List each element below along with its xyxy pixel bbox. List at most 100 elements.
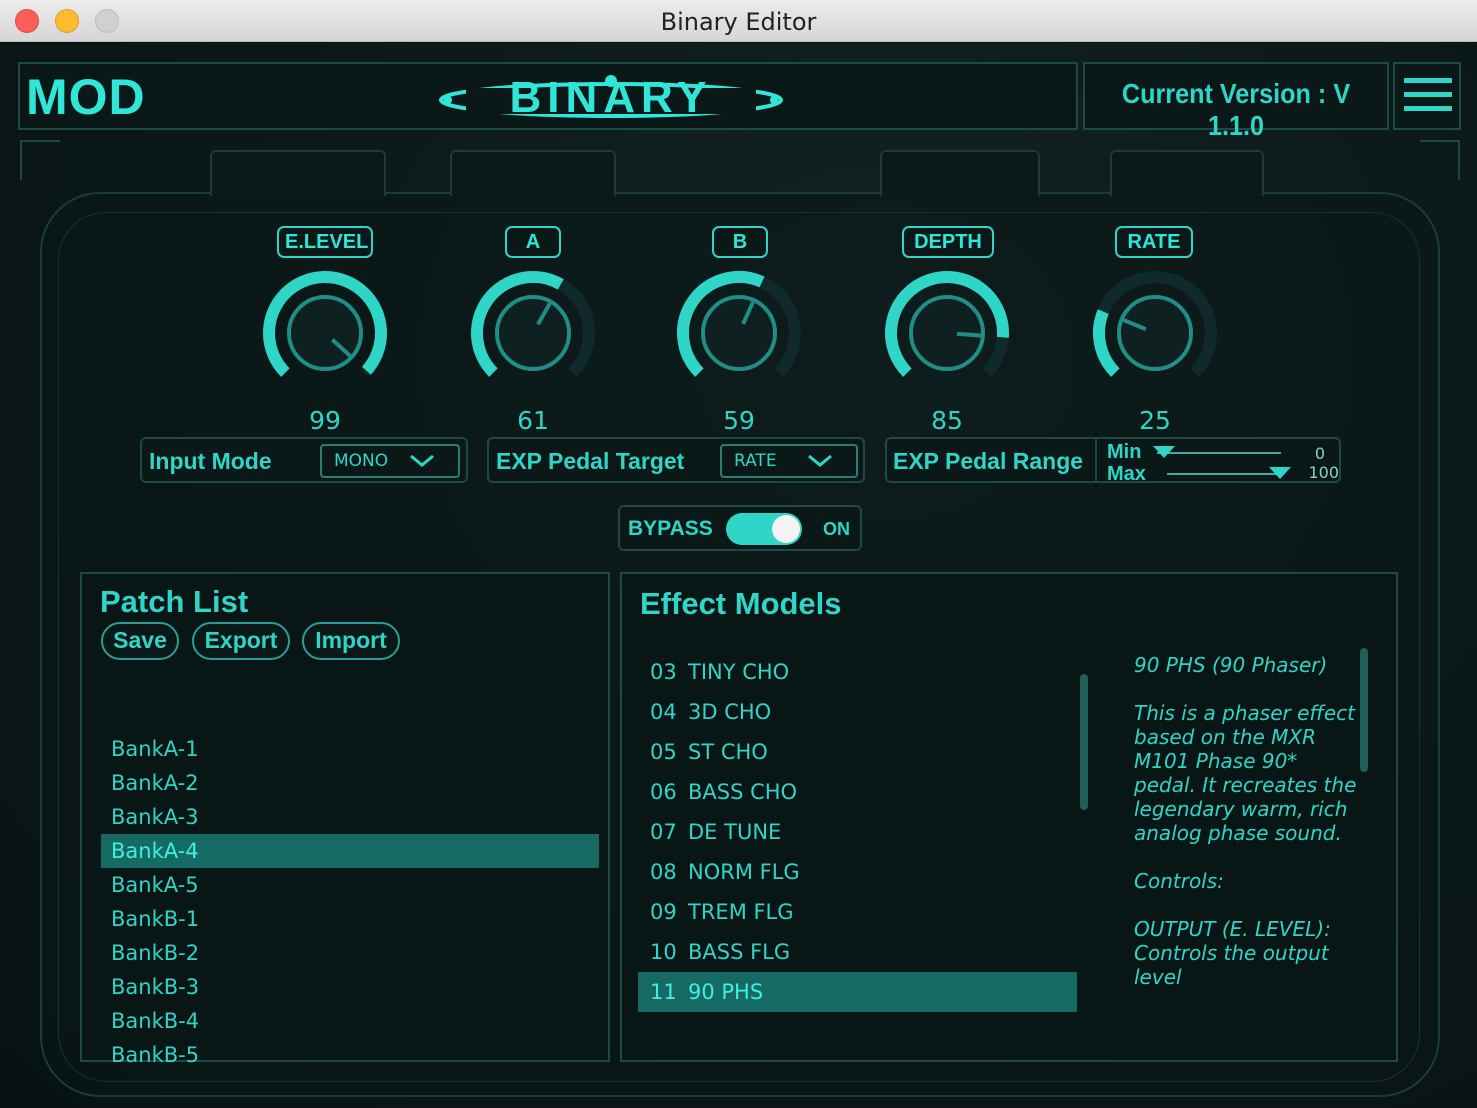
knob-pointer: [956, 331, 982, 338]
exp-target-label: EXP Pedal Target: [496, 448, 685, 474]
patch-list-item[interactable]: BankA-3: [101, 800, 599, 834]
exp-range-min-value: 0: [1314, 444, 1325, 463]
knob-value-b: 59: [723, 406, 755, 435]
mode-label: MOD: [26, 69, 146, 125]
exp-range-label: EXP Pedal Range: [893, 448, 1084, 474]
knob-value-rate: 25: [1139, 406, 1171, 435]
version-label: Current Version : V 1.1.0: [1121, 78, 1351, 141]
effect-models-title: Effect Models: [640, 586, 842, 621]
chevron-down-icon: [410, 454, 434, 467]
effect-model-name: DE TUNE: [688, 820, 782, 844]
input-mode-value: MONO: [334, 451, 389, 471]
effect-model-item[interactable]: 06 BASS CHO: [638, 772, 1077, 812]
effect-model-name: 3D CHO: [688, 700, 772, 724]
effect-description-title: 90 PHS (90 Phaser): [1134, 653, 1328, 677]
exp-range-control: EXP Pedal Range Min Max 0 100: [885, 437, 1341, 485]
knob-depth[interactable]: [882, 268, 1012, 398]
hamburger-menu-icon[interactable]: [1404, 78, 1452, 120]
effect-model-number: 10: [650, 940, 677, 964]
effect-model-number: 07: [650, 820, 677, 844]
effect-model-item[interactable]: 04 3D CHO: [638, 692, 1077, 732]
effect-description-control-detail: OUTPUT (E. LEVEL): Controls the output l…: [1134, 917, 1331, 989]
knob-cap: [1117, 295, 1193, 371]
effect-model-name: ST CHO: [688, 740, 768, 764]
footswitch-4: [1110, 150, 1264, 196]
patch-list-item[interactable]: BankB-1: [101, 902, 599, 936]
effect-model-number: 08: [650, 860, 677, 884]
effect-model-item[interactable]: 09 TREM FLG: [638, 892, 1077, 932]
input-mode-control: Input Mode MONO: [140, 437, 468, 483]
footswitch-2: [450, 150, 616, 196]
toggle-thumb: [772, 515, 800, 543]
knob-elevel[interactable]: [260, 268, 390, 398]
patch-list-item[interactable]: BankA-1: [101, 732, 599, 766]
bypass-state: ON: [823, 519, 850, 539]
knob-b[interactable]: [674, 268, 804, 398]
effect-model-number: 04: [650, 700, 677, 724]
import-button[interactable]: Import: [302, 622, 400, 660]
effect-model-name: BASS CHO: [688, 780, 798, 804]
effect-model-number: 06: [650, 780, 677, 804]
export-button[interactable]: Export: [192, 622, 290, 660]
frame-corner-tl: [20, 140, 60, 180]
knob-cap: [287, 295, 363, 371]
knob-label-rate: RATE: [1115, 226, 1193, 258]
bypass-toggle[interactable]: [726, 513, 802, 545]
patch-list-item[interactable]: BankA-2: [101, 766, 599, 800]
effect-model-name: TINY CHO: [688, 660, 790, 684]
chevron-down-icon: [808, 454, 832, 467]
input-mode-dropdown[interactable]: MONO: [320, 444, 460, 478]
knob-a[interactable]: [468, 268, 598, 398]
effect-description-controls-heading: Controls:: [1134, 869, 1224, 893]
effect-model-name: 90 PHS: [688, 980, 764, 1004]
effect-model-number: 11: [650, 980, 677, 1004]
exp-range-max-slider[interactable]: [1269, 467, 1291, 479]
window-titlebar: Binary Editor: [0, 0, 1477, 42]
knob-cap: [495, 295, 571, 371]
effect-model-name: NORM FLG: [688, 860, 800, 884]
patch-list-item[interactable]: BankA-4: [101, 834, 599, 868]
effect-model-item[interactable]: 05 ST CHO: [638, 732, 1077, 772]
exp-range-min-slider[interactable]: [1153, 446, 1175, 458]
effect-model-item[interactable]: 07 DE TUNE: [638, 812, 1077, 852]
knob-label-elevel: E.LEVEL: [277, 226, 373, 258]
app-root: MOD BINARY Current Version : V 1.1.0 E.L…: [0, 42, 1477, 1108]
exp-range-max-label: Max: [1107, 463, 1146, 485]
footswitch-3: [880, 150, 1040, 196]
patch-list-item[interactable]: BankB-5: [101, 1038, 599, 1072]
exp-range-max-value: 100: [1308, 463, 1339, 482]
knob-value-depth: 85: [931, 406, 963, 435]
effect-model-number: 05: [650, 740, 677, 764]
brand-logo: BINARY: [439, 73, 783, 122]
exp-target-dropdown[interactable]: RATE: [720, 444, 858, 478]
save-button[interactable]: Save: [101, 622, 179, 660]
knob-value-arc: [1093, 309, 1120, 377]
effect-model-item[interactable]: 03 TINY CHO: [638, 652, 1077, 692]
knob-cap: [701, 295, 777, 371]
effect-list-scrollbar[interactable]: [1080, 674, 1088, 810]
effect-model-name: BASS FLG: [688, 940, 791, 964]
patch-list-item[interactable]: BankA-5: [101, 868, 599, 902]
effect-model-number: 09: [650, 900, 677, 924]
description-scrollbar[interactable]: [1360, 648, 1368, 772]
knob-value-elevel: 99: [309, 406, 341, 435]
effect-model-item[interactable]: 11 90 PHS: [638, 972, 1077, 1012]
effect-model-name: TREM FLG: [688, 900, 794, 924]
exp-range-max-track: [1167, 473, 1281, 475]
footswitch-1: [210, 150, 386, 196]
bypass-control: BYPASS ON: [618, 505, 862, 551]
knob-label-b: B: [712, 226, 768, 258]
bypass-label: BYPASS: [628, 517, 713, 540]
window-title: Binary Editor: [660, 8, 817, 36]
knob-rate[interactable]: [1090, 268, 1220, 398]
knob-label-a: A: [505, 226, 561, 258]
knob-value-a: 61: [517, 406, 549, 435]
exp-target-value: RATE: [734, 451, 777, 471]
patch-list-item[interactable]: BankB-2: [101, 936, 599, 970]
patch-list-item[interactable]: BankB-3: [101, 970, 599, 1004]
effect-model-item[interactable]: 08 NORM FLG: [638, 852, 1077, 892]
effect-model-item[interactable]: 10 BASS FLG: [638, 932, 1077, 972]
patch-list-item[interactable]: BankB-4: [101, 1004, 599, 1038]
exp-target-control: EXP Pedal Target RATE: [487, 437, 865, 483]
effect-model-number: 03: [650, 660, 677, 684]
